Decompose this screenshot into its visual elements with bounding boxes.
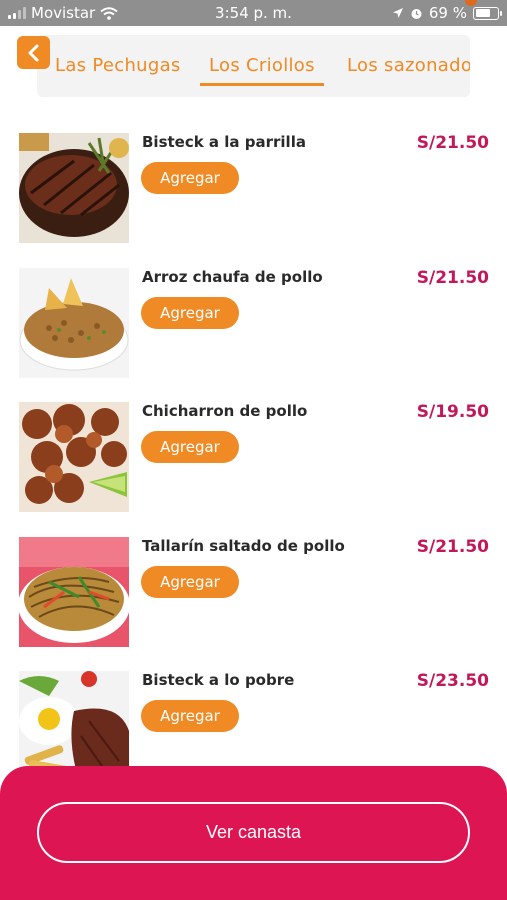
product-price: S/21.50 (416, 133, 489, 153)
product-price: S/21.50 (416, 537, 489, 557)
category-tabs: Las Pechugas Los Criollos Los sazonado (37, 35, 470, 97)
status-bar: Movistar 3:54 p. m. 69 % (0, 0, 507, 26)
product-name: Arroz chaufa de pollo (142, 268, 323, 286)
add-button[interactable]: Agregar (141, 700, 239, 732)
fried-chicken-image (19, 402, 129, 512)
status-right: 69 % (392, 4, 502, 22)
product-item: Tallarín saltado de pollo S/21.50 Agrega… (19, 537, 489, 649)
product-name: Bisteck a lo pobre (142, 671, 295, 689)
stir-fried-noodles-image (19, 537, 129, 647)
add-button[interactable]: Agregar (141, 431, 239, 463)
chevron-left-icon (28, 44, 38, 61)
product-price: S/21.50 (416, 268, 489, 288)
add-button[interactable]: Agregar (141, 162, 239, 194)
product-item: Bisteck a la parrilla S/21.50 Agregar (19, 133, 489, 245)
active-tab-indicator (200, 83, 324, 86)
tab-las-pechugas[interactable]: Las Pechugas (55, 55, 181, 76)
alarm-icon (411, 8, 422, 19)
location-arrow-icon (392, 8, 403, 18)
product-name: Bisteck a la parrilla (142, 133, 306, 151)
battery-icon (473, 6, 502, 20)
add-button[interactable]: Agregar (141, 297, 239, 329)
tab-los-sazonados[interactable]: Los sazonado (347, 55, 470, 76)
grilled-steak-image (19, 133, 129, 243)
product-name: Tallarín saltado de pollo (142, 537, 345, 555)
product-price: S/23.50 (416, 671, 489, 691)
product-item: Chicharron de pollo S/19.50 Agregar (19, 402, 489, 514)
battery-percent: 69 % (428, 4, 467, 22)
tab-los-criollos[interactable]: Los Criollos (209, 55, 315, 76)
product-name: Chicharron de pollo (142, 402, 308, 420)
back-button[interactable] (17, 36, 50, 69)
fried-rice-image (19, 268, 129, 378)
steak-egg-plate-image (19, 671, 129, 781)
product-price: S/19.50 (416, 402, 489, 422)
add-button[interactable]: Agregar (141, 566, 239, 598)
basket-panel: Ver canasta (0, 766, 507, 900)
battery-level (475, 9, 490, 17)
view-basket-button[interactable]: Ver canasta (37, 802, 470, 863)
product-item: Arroz chaufa de pollo S/21.50 Agregar (19, 268, 489, 380)
